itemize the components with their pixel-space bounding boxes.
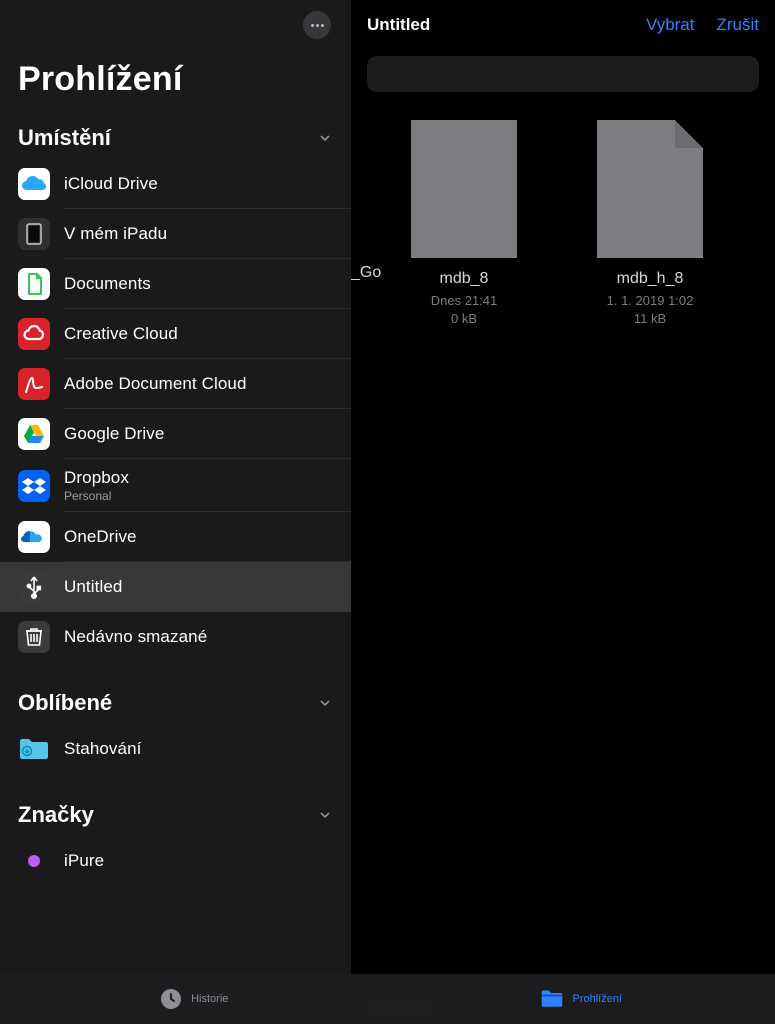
tab-browse[interactable]: Prohlížení [388,974,775,1024]
sidebar: Prohlížení Umístění iCloud Drive [0,0,351,1024]
file-name: mdb_h_8 [617,270,684,288]
sidebar-item-label: Stahování [64,739,141,759]
file-name: mdb_8 [440,270,489,288]
section-title-favorites: Oblíbené [18,690,112,716]
tab-label: Historie [191,993,228,1005]
tags-list: iPure [0,836,351,886]
sidebar-item-downloads[interactable]: Stahování [0,724,351,774]
section-title-tags: Značky [18,802,94,828]
documents-app-icon [18,268,50,300]
sidebar-item-label: iPure [64,851,104,871]
sidebar-item-label: Untitled [64,577,122,597]
sidebar-item-tag-ipure[interactable]: iPure [0,836,351,886]
partial-file-name: _Go [351,264,381,282]
downloads-folder-icon [18,733,50,765]
file-item[interactable]: mdb_h_8 1. 1. 2019 1:02 11 kB [597,120,703,327]
file-thumbnail [411,120,517,258]
usb-icon [18,571,50,603]
section-header-favorites[interactable]: Oblíbené [0,684,351,724]
tab-label: Prohlížení [572,993,622,1005]
sidebar-item-untitled[interactable]: Untitled [0,562,351,612]
sidebar-item-adobe-document-cloud[interactable]: Adobe Document Cloud [0,359,351,409]
section-header-locations[interactable]: Umístění [0,119,351,159]
dropbox-icon [18,470,50,502]
locations-list: iCloud Drive V mém iPadu Documents [0,159,351,662]
icloud-drive-icon [18,168,50,200]
files-area: mdb_8 Dnes 21:41 0 kB mdb_h_8 1. 1. 2019… [351,104,775,992]
sidebar-item-label: OneDrive [64,527,137,547]
sidebar-item-google-drive[interactable]: Google Drive [0,409,351,459]
chevron-down-icon [317,807,333,823]
google-drive-icon [18,418,50,450]
file-item[interactable]: mdb_8 Dnes 21:41 0 kB [411,120,517,327]
sidebar-item-dropbox[interactable]: Dropbox Personal [0,459,351,512]
tag-color-icon [18,845,50,877]
sidebar-item-label: Nedávno smazané [64,627,207,647]
creative-cloud-icon [18,318,50,350]
trash-icon [18,621,50,653]
section-header-tags[interactable]: Značky [0,796,351,836]
sidebar-item-sublabel: Personal [64,489,129,503]
tab-bar: Historie Prohlížení [0,974,775,1024]
sidebar-item-creative-cloud[interactable]: Creative Cloud [0,309,351,359]
acrobat-icon [18,368,50,400]
chevron-down-icon [317,130,333,146]
chevron-down-icon [317,695,333,711]
clock-icon [159,987,183,1011]
sidebar-title: Prohlížení [0,50,351,119]
sidebar-item-label: Adobe Document Cloud [64,374,247,394]
content-title: Untitled [367,15,430,35]
sidebar-item-documents[interactable]: Documents [0,259,351,309]
select-button[interactable]: Vybrat [646,15,695,35]
sidebar-item-label: Documents [64,274,151,294]
folder-icon [540,987,564,1011]
ipad-icon [18,218,50,250]
more-button[interactable] [303,11,331,39]
section-title-locations: Umístění [18,125,111,151]
sidebar-item-onedrive[interactable]: OneDrive [0,512,351,562]
file-meta: Dnes 21:41 0 kB [431,292,498,327]
sidebar-item-label: Google Drive [64,424,164,444]
cancel-button[interactable]: Zrušit [717,15,760,35]
sidebar-item-recently-deleted[interactable]: Nedávno smazané [0,612,351,662]
tab-history[interactable]: Historie [0,974,388,1024]
file-meta: 1. 1. 2019 1:02 11 kB [607,292,694,327]
sidebar-item-on-my-ipad[interactable]: V mém iPadu [0,209,351,259]
sidebar-item-icloud-drive[interactable]: iCloud Drive [0,159,351,209]
sidebar-item-label: Creative Cloud [64,324,178,344]
favorites-list: Stahování [0,724,351,774]
sidebar-item-label: Dropbox [64,468,129,488]
search-input[interactable] [367,56,759,92]
content-pane: Untitled Vybrat Zrušit mdb_8 Dnes 21:41 … [351,0,775,1024]
file-thumbnail [597,120,703,258]
onedrive-icon [18,521,50,553]
sidebar-item-label: iCloud Drive [64,174,158,194]
sidebar-item-label: V mém iPadu [64,224,167,244]
